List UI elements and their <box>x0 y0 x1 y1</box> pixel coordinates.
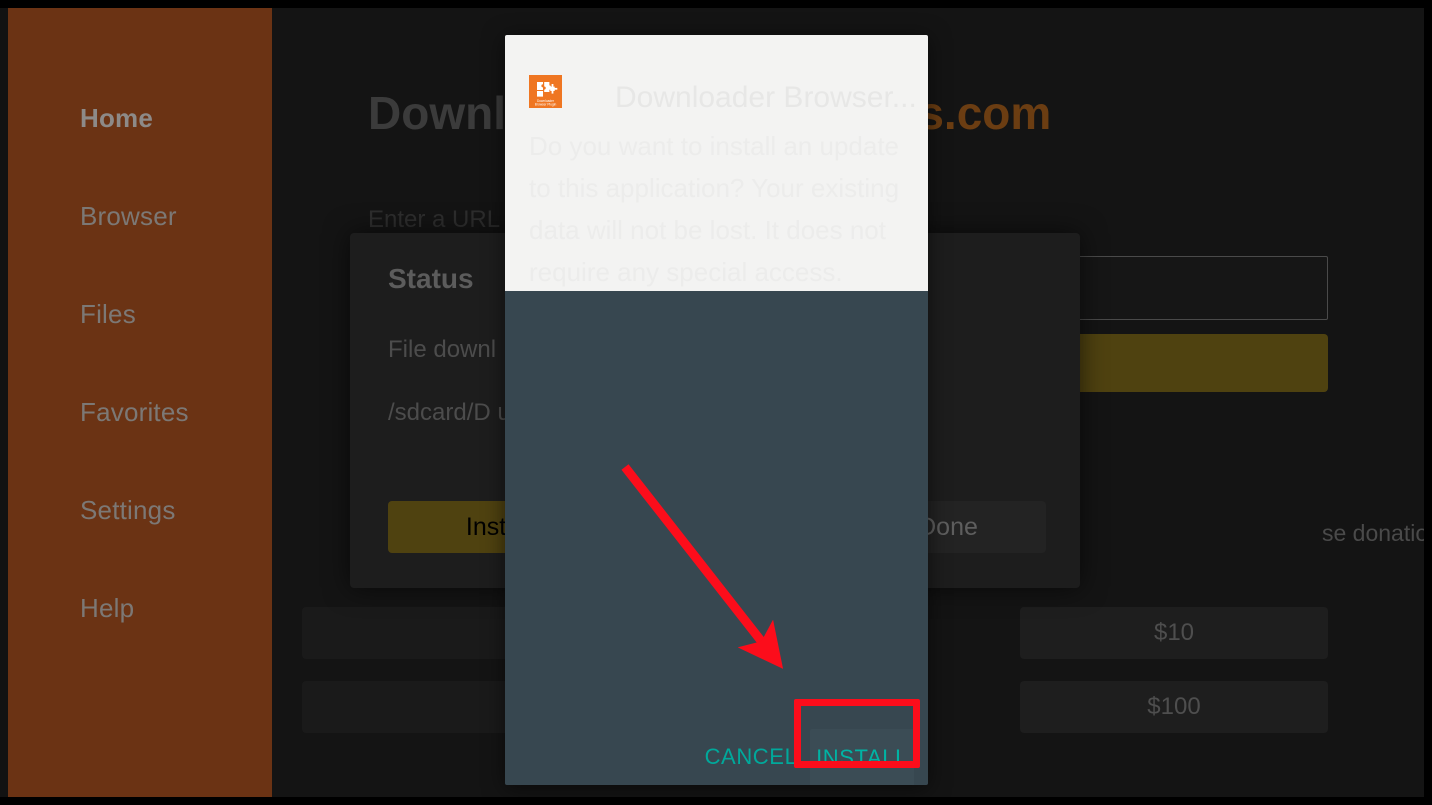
sidebar-item-favorites[interactable]: Favorites <box>8 387 272 437</box>
sidebar-item-label: Home <box>80 102 154 133</box>
status-dialog-title: Status <box>388 263 474 294</box>
status-dialog-message: File downl <box>388 336 497 363</box>
app-viewport: Home Browser Files Favorites Settings He… <box>0 8 1424 797</box>
sidebar-item-settings[interactable]: Settings <box>8 485 272 535</box>
install-button[interactable]: INSTALL <box>810 729 914 785</box>
sidebar-item-home[interactable]: Home <box>8 93 272 143</box>
puzzle-plugin-icon: Downloader Browser Plugin <box>529 75 562 108</box>
sidebar-item-browser[interactable]: Browser <box>8 191 272 241</box>
sidebar-item-label: Browser <box>80 200 177 231</box>
donation-label: se donation buttons: <box>1322 520 1424 546</box>
sidebar-item-label: Help <box>80 592 135 623</box>
sidebar-item-label: Favorites <box>80 396 189 427</box>
installer-dialog: Downloader Browser Plugin Downloader Bro… <box>505 35 928 785</box>
sidebar-item-files[interactable]: Files <box>8 289 272 339</box>
svg-text:Browser Plugin: Browser Plugin <box>535 103 557 107</box>
installer-dialog-header: Downloader Browser Plugin Downloader Bro… <box>505 35 928 291</box>
sidebar-item-label: Settings <box>80 494 176 525</box>
sidebar-nav: Home Browser Files Favorites Settings He… <box>8 8 272 797</box>
installer-dialog-message: Do you want to install an update to this… <box>529 131 900 287</box>
installer-dialog-title: Downloader Browser... <box>615 81 917 114</box>
url-field-label: Enter a URL <box>368 206 501 233</box>
donation-button-10[interactable]: $10 <box>1020 607 1328 659</box>
installer-dialog-body: CANCEL INSTALL <box>505 291 928 785</box>
screen-frame: Home Browser Files Favorites Settings He… <box>0 0 1432 805</box>
sidebar-item-label: Files <box>80 298 136 329</box>
cancel-button[interactable]: CANCEL <box>702 734 800 780</box>
page-title-prefix: Downl <box>368 87 506 139</box>
donation-button-100[interactable]: $100 <box>1020 681 1328 733</box>
sidebar-item-help[interactable]: Help <box>8 583 272 633</box>
